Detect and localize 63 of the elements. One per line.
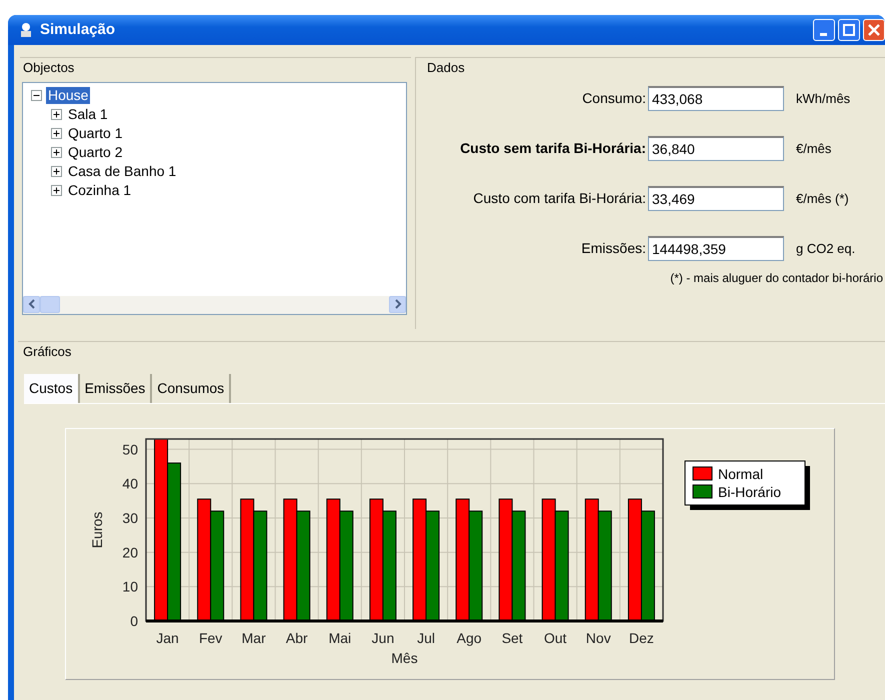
- tab[interactable]: Emissões: [80, 374, 152, 402]
- tick-label: 20: [122, 544, 138, 560]
- close-icon: [868, 24, 880, 36]
- expand-icon[interactable]: [51, 146, 62, 158]
- tick-label: Jan: [156, 630, 179, 646]
- unit-label: g CO2 eq.: [795, 240, 856, 258]
- horizontal-scrollbar[interactable]: [23, 296, 406, 314]
- expand-icon[interactable]: [51, 166, 62, 176]
- minimize-icon: [820, 32, 827, 36]
- tree-item[interactable]: Quarto 1: [66, 124, 124, 142]
- tick-label: Out: [544, 630, 567, 646]
- legend-label: Bi-Horário: [718, 484, 782, 500]
- tick-label: Nov: [586, 630, 611, 646]
- axis-title: Mês: [391, 650, 418, 666]
- tick-label: Mai: [328, 630, 352, 646]
- tree-view[interactable]: House Sala 1 Quarto 1 Quarto 2 Casa de Banho 1 Cozinha 1: [22, 82, 407, 314]
- input-field[interactable]: 144498,359: [648, 236, 784, 261]
- field-label: Consumo:: [581, 89, 647, 108]
- tab[interactable]: Custos: [24, 374, 80, 402]
- unit-label: €/mês (*): [795, 190, 849, 208]
- field-label: Emissões:: [580, 239, 647, 258]
- tick-label: Dez: [629, 630, 654, 646]
- input-field[interactable]: 33,469: [648, 186, 784, 211]
- tree-item[interactable]: Casa de Banho 1: [66, 162, 178, 180]
- window-title: Simulação: [40, 20, 116, 40]
- footnote: (*) - mais aluguer do contador bi-horário: [670, 270, 883, 284]
- tick-label: Abr: [286, 630, 308, 646]
- tick-label: Fev: [198, 630, 222, 646]
- close-button[interactable]: [863, 19, 885, 41]
- tree-item[interactable]: House: [46, 86, 90, 104]
- maximize-icon: [842, 24, 855, 36]
- tick-label: Ago: [456, 630, 482, 646]
- legend-label: Normal: [718, 466, 764, 482]
- scroll-right-icon[interactable]: [394, 299, 402, 309]
- unit-label: €/mês: [795, 140, 832, 158]
- tick-label: Jul: [417, 630, 435, 646]
- tick-label: 30: [122, 509, 138, 526]
- tree-item[interactable]: Sala 1: [66, 106, 110, 122]
- tree-item[interactable]: Quarto 2: [66, 144, 124, 160]
- tick-label: Mar: [242, 630, 266, 646]
- axis-title: Euros: [89, 511, 105, 548]
- input-field[interactable]: 433,068: [648, 86, 784, 111]
- tick-label: Set: [502, 630, 523, 646]
- maximize-button[interactable]: [838, 19, 860, 41]
- minimize-button[interactable]: [812, 19, 834, 41]
- field-label: Custo sem tarifa Bi-Horária:: [459, 139, 647, 158]
- field-label: Custo com tarifa Bi-Horária:: [472, 189, 647, 208]
- tick-label: 0: [130, 612, 138, 628]
- tick-label: 10: [122, 578, 138, 594]
- tree-item[interactable]: Cozinha 1: [66, 182, 134, 198]
- input-field[interactable]: 36,840: [648, 136, 784, 161]
- tick-label: 40: [122, 475, 138, 492]
- app-icon: [18, 22, 34, 38]
- tab[interactable]: Consumos: [152, 374, 232, 402]
- tick-label: Jun: [372, 630, 394, 646]
- tick-label: 50: [122, 440, 138, 457]
- scroll-left-icon[interactable]: [28, 299, 36, 309]
- scroll-thumb[interactable]: [40, 296, 60, 312]
- expand-icon[interactable]: [51, 128, 62, 138]
- collapse-icon[interactable]: [31, 90, 42, 100]
- expand-icon[interactable]: [51, 184, 62, 196]
- expand-icon[interactable]: [51, 108, 62, 120]
- unit-label: kWh/mês: [795, 90, 850, 108]
